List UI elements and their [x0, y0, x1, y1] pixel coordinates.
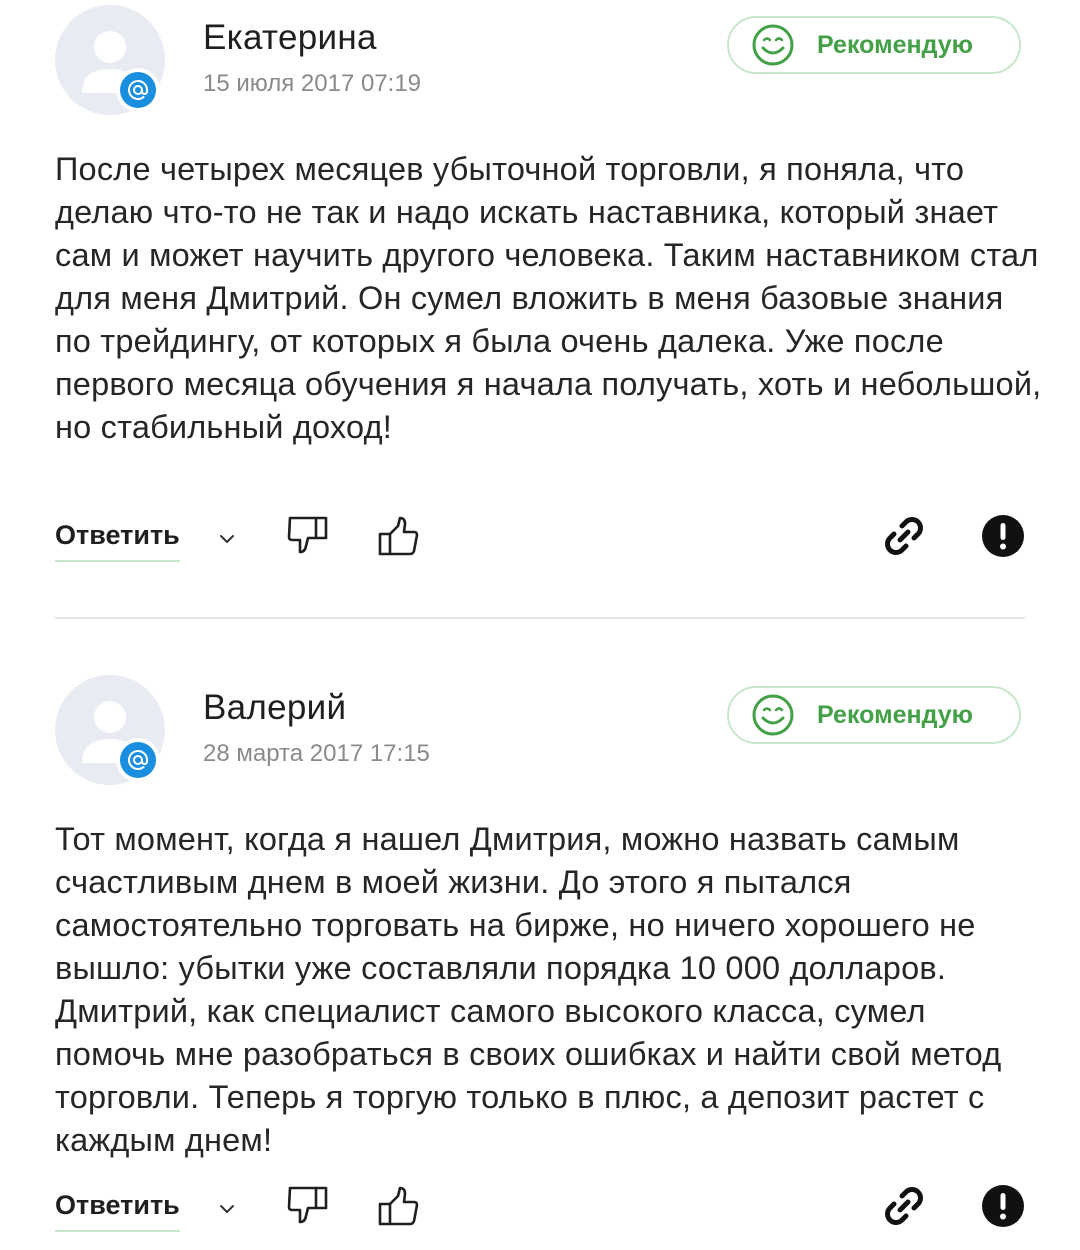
thumbs-up-icon[interactable] [374, 512, 422, 560]
reply-button[interactable]: Ответить [55, 1190, 180, 1232]
chevron-down-icon[interactable] [216, 1198, 238, 1220]
exclamation-icon[interactable] [979, 1182, 1027, 1230]
review-text: Тот момент, когда я нашел Дмитрия, можно… [55, 821, 1002, 1158]
recommend-badge[interactable]: Рекомендую [727, 16, 1021, 74]
thumbs-up-icon[interactable] [374, 1182, 422, 1230]
review-divider [55, 617, 1025, 619]
smile-icon [752, 24, 794, 66]
reply-button[interactable]: Ответить [55, 520, 180, 562]
recommend-label: Рекомендую [817, 700, 974, 729]
exclamation-icon[interactable] [979, 512, 1027, 560]
link-icon[interactable] [880, 1182, 928, 1230]
review-actions: Ответить [0, 1185, 1080, 1250]
author-name: Екатерина [203, 18, 377, 57]
review-date: 15 июля 2017 07:19 [203, 70, 422, 97]
thumbs-down-icon[interactable] [284, 512, 332, 560]
review-text: После четырех месяцев убыточной торговли… [55, 151, 1042, 445]
author-name: Валерий [203, 688, 347, 727]
mail-at-icon [116, 68, 160, 112]
mail-at-icon [116, 738, 160, 782]
recommend-label: Рекомендую [817, 30, 974, 59]
smile-icon [752, 694, 794, 736]
chevron-down-icon[interactable] [216, 528, 238, 550]
link-icon[interactable] [880, 512, 928, 560]
thumbs-down-icon[interactable] [284, 1182, 332, 1230]
review-date: 28 марта 2017 17:15 [203, 740, 430, 767]
recommend-badge[interactable]: Рекомендую [727, 686, 1021, 744]
review-actions: Ответить [0, 515, 1080, 580]
